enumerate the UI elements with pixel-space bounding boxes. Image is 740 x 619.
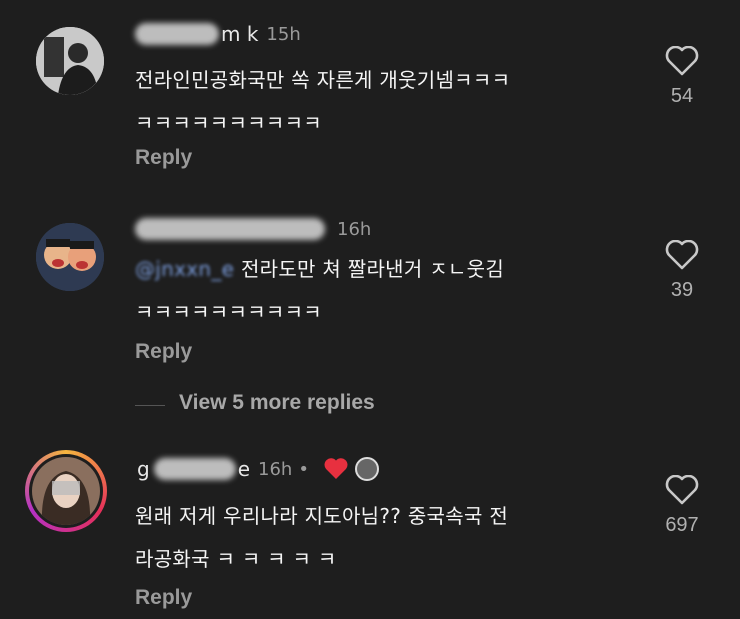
- username[interactable]: e: [238, 457, 250, 481]
- like-count: 54: [670, 85, 694, 107]
- avatar-inner: [29, 454, 103, 528]
- like-button[interactable]: 697: [657, 475, 707, 537]
- comment-text: 전라인민공화국만 쏙 자른게 개웃기넴ㅋㅋㅋ ㅋㅋㅋㅋㅋㅋㅋㅋㅋㅋ: [135, 59, 510, 145]
- comment-text: 원래 저게 우리나라 지도아님?? 중국속국 전 라공화국 ㅋ ㅋ ㅋ ㅋ ㅋ: [135, 495, 508, 581]
- comment-3: g e 16h • 원래 저게 우리나라 지도아님?? 중국속국 전 라공화국 …: [0, 440, 740, 619]
- comment-text-line: ㅋㅋㅋㅋㅋㅋㅋㅋㅋㅋ: [135, 300, 322, 324]
- avatar[interactable]: [36, 27, 104, 95]
- comment-text-content: 전라도만 쳐 짤라낸거 ㅈㄴ웃김: [234, 257, 505, 281]
- comment-text-line: @jnxxn_e 전라도만 쳐 짤라낸거 ㅈㄴ웃김: [135, 248, 504, 291]
- username-blurred[interactable]: [135, 218, 325, 240]
- username-head[interactable]: g: [137, 457, 150, 481]
- username[interactable]: m k: [221, 22, 258, 46]
- timestamp: 15h: [266, 23, 301, 45]
- comment-text-line: 원래 저게 우리나라 지도아님?? 중국속국 전: [135, 504, 509, 528]
- comment-text-line: 라공화국 ㅋ ㅋ ㅋ ㅋ ㅋ: [135, 547, 337, 571]
- avatar-photo: [32, 457, 100, 525]
- comment-text: @jnxxn_e 전라도만 쳐 짤라낸거 ㅈㄴ웃김 ㅋㅋㅋㅋㅋㅋㅋㅋㅋㅋ: [135, 248, 504, 334]
- comment-meta: g e 16h •: [135, 457, 379, 481]
- like-count: 697: [665, 514, 699, 536]
- timestamp: 16h: [258, 458, 293, 480]
- like-button[interactable]: 39: [657, 240, 707, 302]
- reply-button[interactable]: Reply: [135, 586, 192, 610]
- reply-button[interactable]: Reply: [135, 340, 192, 364]
- heart-outline-icon: [665, 475, 699, 505]
- heart-outline-icon: [665, 46, 699, 76]
- username-blurred[interactable]: [135, 23, 219, 45]
- comment-2: 16h @jnxxn_e 전라도만 쳐 짤라낸거 ㅈㄴ웃김 ㅋㅋㅋㅋㅋㅋㅋㅋㅋㅋ…: [0, 190, 740, 380]
- comment-meta: m k 15h: [135, 22, 301, 46]
- mention-link[interactable]: @jnxxn_e: [135, 257, 234, 281]
- avatar[interactable]: [36, 223, 104, 291]
- avatar-photo: [36, 223, 104, 291]
- comment-text-line: ㅋㅋㅋㅋㅋㅋㅋㅋㅋㅋ: [135, 111, 322, 135]
- avatar-story-ring[interactable]: [25, 450, 107, 532]
- like-button[interactable]: 54: [657, 46, 707, 108]
- separator-dot: •: [298, 458, 309, 480]
- creator-avatar-mini: [354, 457, 379, 481]
- divider: [135, 405, 165, 406]
- heart-filled-icon: [324, 458, 348, 479]
- comment-1: m k 15h 전라인민공화국만 쏙 자른게 개웃기넴ㅋㅋㅋ ㅋㅋㅋㅋㅋㅋㅋㅋㅋ…: [0, 0, 740, 190]
- view-more-replies-button[interactable]: View 5 more replies: [179, 391, 375, 415]
- comment-meta: 16h: [135, 218, 371, 240]
- heart-outline-icon: [665, 240, 699, 270]
- comment-text-line: 전라인민공화국만 쏙 자른게 개웃기넴ㅋㅋㅋ: [135, 68, 511, 92]
- username-blurred[interactable]: [153, 458, 236, 480]
- reply-button[interactable]: Reply: [135, 146, 192, 170]
- avatar-photo: [36, 27, 104, 95]
- like-count: 39: [670, 279, 694, 301]
- timestamp: 16h: [337, 218, 372, 240]
